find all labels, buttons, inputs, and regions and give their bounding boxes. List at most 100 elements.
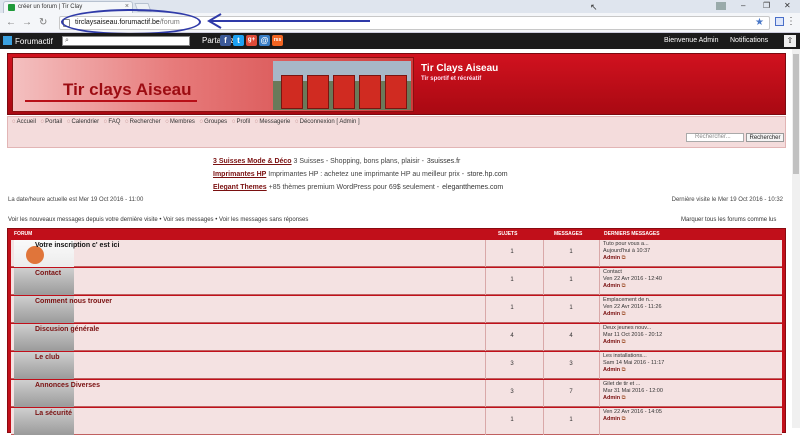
forum-title-link[interactable]: Discusion générale: [35, 326, 99, 333]
arrow-left-icon[interactable]: ←: [6, 17, 16, 28]
forum-row[interactable]: Discusion générale 4 4 Deux jeunes nouv... M…: [11, 324, 782, 351]
nav-accueil[interactable]: Accueil: [12, 119, 36, 125]
view-post-icon[interactable]: ⧉: [622, 311, 626, 317]
unanswered-link[interactable]: Voir les messages sans réponses: [219, 217, 308, 223]
last-post-author[interactable]: Admin: [603, 311, 620, 317]
forum-row[interactable]: La sécurité 1 1 Ven 22 Avr 2016 - 14:05 Admi…: [11, 408, 782, 435]
last-post-date: Ven 22 Avr 2016 - 11:26: [603, 304, 662, 310]
arrow-right-icon[interactable]: →: [22, 17, 32, 28]
forum-search-button[interactable]: Rechercher: [746, 133, 784, 142]
reload-icon[interactable]: ↻: [39, 17, 47, 28]
nav-profil[interactable]: Profil: [232, 119, 250, 125]
forum-title-link[interactable]: Votre inscription c' est ici: [35, 242, 119, 249]
view-post-icon[interactable]: ⧉: [622, 416, 626, 422]
profile-icon[interactable]: [716, 2, 726, 10]
forum-title-link[interactable]: Annonces Diverses: [35, 382, 100, 389]
nav-groupes[interactable]: Groupes: [200, 119, 228, 125]
last-post-title[interactable]: Emplacement de n...: [603, 297, 662, 304]
nav-deconnexion[interactable]: Déconnexion [ Admin ]: [295, 119, 360, 125]
quick-links: Voir les nouveaux messages depuis votre …: [8, 217, 309, 223]
menu-icon[interactable]: ⋮: [786, 16, 796, 27]
last-post-title[interactable]: Gilet de tir et ...: [603, 381, 663, 388]
forumactif-logo[interactable]: Forumactif: [3, 36, 53, 46]
forum-row[interactable]: Annonces Diverses 3 7 Gilet de tir et ... Ma…: [11, 380, 782, 407]
last-post-date: Ven 22 Avr 2016 - 12:40: [603, 276, 662, 282]
view-post-icon[interactable]: ⧉: [622, 395, 626, 401]
forum-row[interactable]: Votre inscription c' est ici 1 1 Tuto pour …: [11, 240, 782, 267]
search-icon: ⌕: [65, 37, 69, 44]
nav-portail[interactable]: Portail: [41, 119, 63, 125]
ad-domain[interactable]: store.hp.com: [467, 171, 507, 178]
twitter-icon[interactable]: t: [233, 35, 244, 46]
forum-row[interactable]: Le club 3 3 Les installations... Sam 14 Mai …: [11, 352, 782, 379]
email-icon[interactable]: @: [259, 35, 270, 46]
nav-membres[interactable]: Membres: [165, 119, 195, 125]
ad-link[interactable]: Imprimantes HP: [213, 171, 266, 178]
nav-calendrier[interactable]: Calendrier: [67, 119, 99, 125]
site-title[interactable]: Tir Clays Aiseau: [421, 63, 498, 74]
forum-title-link[interactable]: La sécurité: [35, 410, 72, 417]
last-post-title[interactable]: Contact: [603, 269, 662, 276]
forum-search-input[interactable]: Rechercher...: [686, 133, 744, 142]
forum-title-link[interactable]: Comment nous trouver: [35, 298, 112, 305]
toolbar-search-input[interactable]: ⌕: [62, 36, 190, 46]
extension-icon[interactable]: [775, 17, 784, 26]
bookmark-star-icon[interactable]: ★: [755, 17, 764, 28]
view-post-icon[interactable]: ⧉: [622, 283, 626, 289]
last-post: Tuto pour vous a... Aujourd'hui à 10:37 Ad…: [603, 241, 650, 262]
topics-count: 1: [510, 417, 514, 423]
last-post-author[interactable]: Admin: [603, 339, 620, 345]
forum-row[interactable]: Comment nous trouver 1 1 Emplacement de n..…: [11, 296, 782, 323]
ad-item: Elegant Themes +85 thèmes premium WordPr…: [213, 181, 508, 194]
last-post-title[interactable]: Tuto pour vous a...: [603, 241, 650, 248]
last-post-author[interactable]: Admin: [603, 283, 620, 289]
topics-count: 1: [510, 249, 514, 255]
forum-title-link[interactable]: Contact: [35, 270, 61, 277]
forum-title-link[interactable]: Le club: [35, 354, 60, 361]
scrollbar-thumb[interactable]: [793, 54, 799, 174]
forumactif-logo-icon: [3, 36, 12, 45]
own-messages-link[interactable]: Voir ses messages: [163, 217, 213, 223]
forum-table-header: FORUM SUJETS MESSAGES DERNIERS MESSAGES: [8, 229, 785, 239]
welcome-text[interactable]: Bienvenue Admin: [664, 37, 718, 44]
annotation-arrow-icon: [207, 13, 370, 29]
nav-messagerie[interactable]: Messagerie: [255, 119, 291, 125]
banner-divider: [25, 100, 197, 102]
topics-count: 3: [510, 361, 514, 367]
last-post-author[interactable]: Admin: [603, 395, 620, 401]
topics-count: 4: [510, 333, 514, 339]
ad-domain[interactable]: elegantthemes.com: [442, 184, 503, 191]
notifications-link[interactable]: Notifications: [730, 37, 768, 44]
rss-icon[interactable]: rss: [272, 35, 283, 46]
view-post-icon[interactable]: ⧉: [622, 255, 626, 261]
facebook-icon[interactable]: f: [220, 35, 231, 46]
nav-rechercher[interactable]: Rechercher: [125, 119, 161, 125]
last-post-author[interactable]: Admin: [603, 255, 620, 261]
header-topics: SUJETS: [498, 231, 518, 237]
last-post-author[interactable]: Admin: [603, 367, 620, 373]
last-post: Emplacement de n... Ven 22 Avr 2016 - 11:…: [603, 297, 662, 318]
column-divider: [599, 296, 600, 323]
ad-link[interactable]: Elegant Themes: [213, 184, 267, 191]
forum-row[interactable]: Contact 1 1 Contact Ven 22 Avr 2016 - 12:40 A…: [11, 268, 782, 295]
window-close-icon[interactable]: ✕: [784, 1, 791, 10]
last-post-title[interactable]: Les installations...: [603, 353, 664, 360]
google-plus-icon[interactable]: g+: [246, 35, 257, 46]
minimize-icon[interactable]: –: [741, 1, 745, 10]
last-post-author[interactable]: Admin: [603, 416, 620, 422]
column-divider: [543, 408, 544, 435]
last-post-title[interactable]: Deux jeunes nouv...: [603, 325, 662, 332]
view-post-icon[interactable]: ⧉: [622, 339, 626, 345]
header-banner[interactable]: Tir clays Aiseau: [12, 57, 414, 112]
restore-icon[interactable]: ❐: [763, 1, 770, 10]
mark-read-link[interactable]: Marquer tous les forums comme lus: [681, 217, 776, 223]
arrow-up-icon[interactable]: ⇧: [784, 35, 796, 47]
messages-count: 7: [569, 389, 573, 395]
view-post-icon[interactable]: ⧉: [622, 367, 626, 373]
page-scrollbar[interactable]: [792, 49, 800, 428]
new-messages-link[interactable]: Voir les nouveaux messages depuis votre …: [8, 217, 158, 223]
messages-count: 1: [569, 305, 573, 311]
ad-domain[interactable]: 3suisses.fr: [427, 158, 460, 165]
ad-link[interactable]: 3 Suisses Mode & Déco: [213, 158, 292, 165]
nav-faq[interactable]: FAQ: [104, 119, 121, 125]
